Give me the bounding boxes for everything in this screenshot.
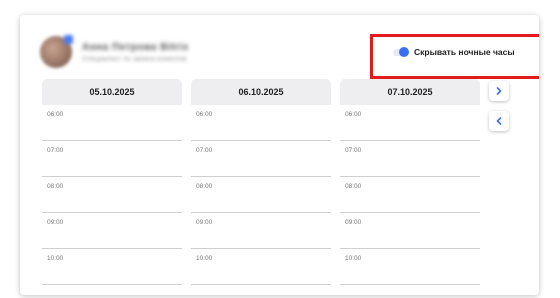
user-profile: Анна Петрова Bitrix Специалист по записи… [40, 35, 189, 69]
time-slot[interactable]: 10:00 [42, 249, 182, 285]
prev-days-button[interactable] [489, 111, 509, 131]
hide-night-hours-toggle[interactable]: Скрывать ночные часы [393, 46, 515, 57]
slot-time: 09:00 [196, 219, 213, 226]
day-header: 06.10.2025 [191, 79, 331, 105]
slot-time: 09:00 [345, 219, 362, 226]
slot-time: 08:00 [47, 183, 64, 190]
toggle-track[interactable] [393, 46, 409, 57]
slot-time: 10:00 [196, 255, 213, 262]
time-slot[interactable]: 08:00 [191, 177, 331, 213]
time-slot[interactable]: 09:00 [42, 213, 182, 249]
slot-time: 08:00 [196, 183, 213, 190]
profile-text: Анна Петрова Bitrix Специалист по записи… [82, 42, 189, 63]
slot-time: 08:00 [345, 183, 362, 190]
time-slot[interactable]: 07:00 [191, 141, 331, 177]
chevron-right-icon [496, 87, 502, 95]
next-days-button[interactable] [489, 81, 509, 101]
time-slot[interactable]: 06:00 [340, 105, 480, 141]
chevron-left-icon [496, 117, 502, 125]
time-slot[interactable]: 08:00 [340, 177, 480, 213]
day-header: 07.10.2025 [340, 79, 480, 105]
time-slot[interactable]: 07:00 [42, 141, 182, 177]
time-slot[interactable]: 09:00 [191, 213, 331, 249]
slot-time: 10:00 [345, 255, 362, 262]
slot-time: 09:00 [47, 219, 64, 226]
toggle-knob[interactable] [399, 46, 409, 57]
time-slot[interactable]: 10:00 [191, 249, 331, 285]
slot-time: 07:00 [196, 147, 213, 154]
slot-time: 06:00 [47, 111, 64, 118]
avatar [40, 35, 73, 68]
slot-time: 07:00 [345, 147, 362, 154]
time-slot[interactable]: 06:00 [42, 105, 182, 141]
day-header: 05.10.2025 [42, 79, 182, 105]
slot-time: 06:00 [196, 111, 213, 118]
slot-time: 10:00 [47, 255, 64, 262]
slot-time: 07:00 [47, 147, 64, 154]
avatar-badge [64, 35, 73, 44]
time-slot[interactable]: 06:00 [191, 105, 331, 141]
time-slot[interactable]: 07:00 [340, 141, 480, 177]
time-slot[interactable]: 09:00 [340, 213, 480, 249]
profile-subtitle: Специалист по записи клиентов [82, 55, 187, 63]
day-column: 05.10.2025 06:00 07:00 08:00 09:00 10:00 [42, 79, 182, 285]
time-slot[interactable]: 08:00 [42, 177, 182, 213]
time-slot[interactable]: 10:00 [340, 249, 480, 285]
day-column: 06.10.2025 06:00 07:00 08:00 09:00 10:00 [191, 79, 331, 285]
slot-time: 06:00 [345, 111, 362, 118]
toggle-label[interactable]: Скрывать ночные часы [414, 47, 515, 57]
schedule-card: Анна Петрова Bitrix Специалист по записи… [20, 15, 539, 295]
profile-name: Анна Петрова Bitrix [82, 41, 189, 53]
day-column: 07.10.2025 06:00 07:00 08:00 09:00 10:00 [340, 79, 480, 285]
